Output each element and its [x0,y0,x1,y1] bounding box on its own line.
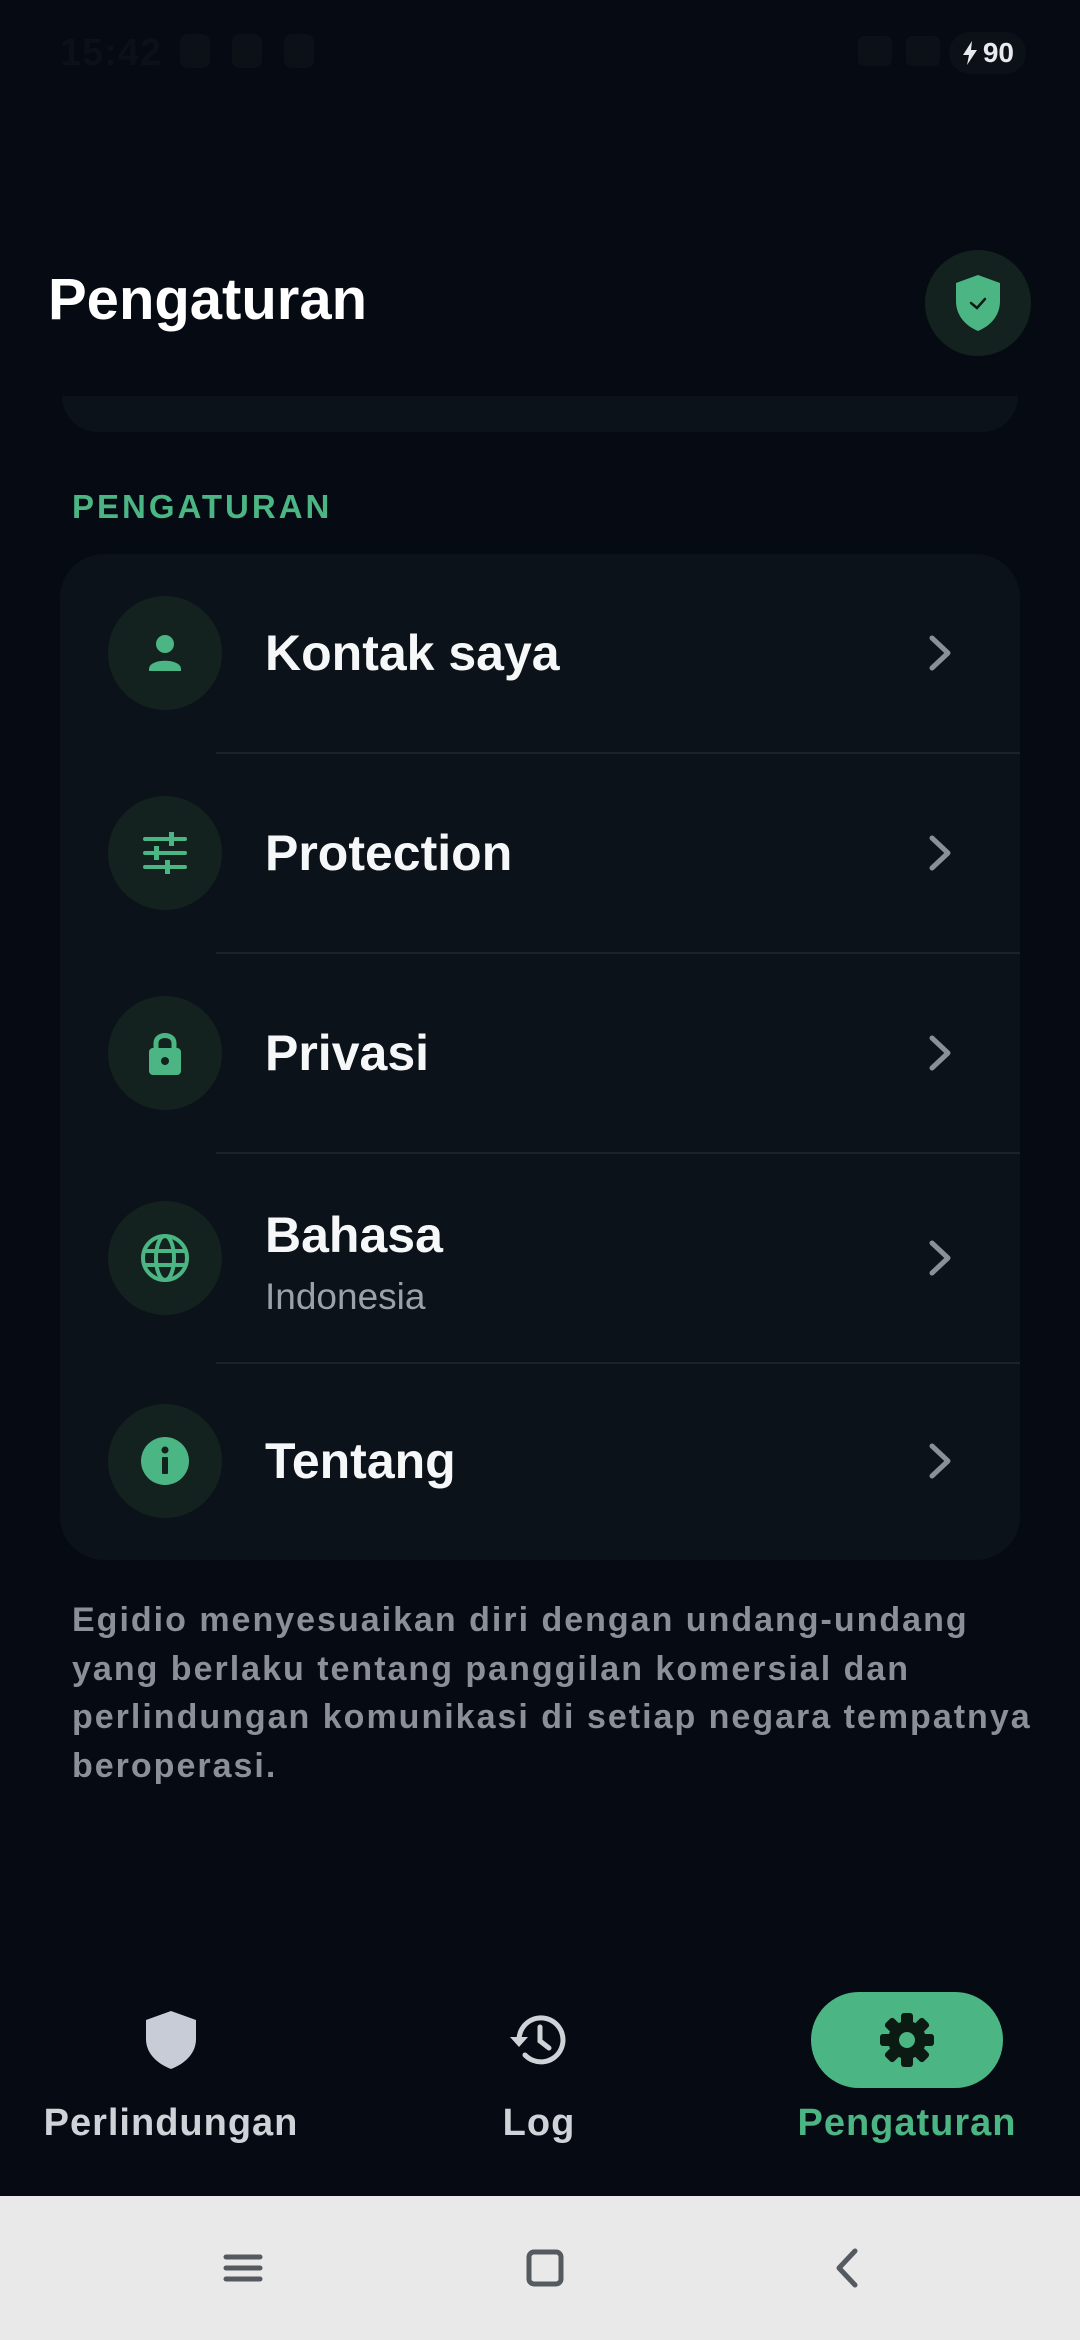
back-icon[interactable] [818,2238,878,2298]
settings-item-kontak-saya[interactable]: Kontak saya [60,554,1020,752]
settings-item-text: Kontak saya [265,624,560,682]
history-icon [443,1992,635,2088]
battery-level: 90 [982,37,1014,68]
settings-item-label: Privasi [265,1025,430,1081]
settings-item-label: Bahasa [265,1207,443,1263]
nav-pengaturan[interactable]: Pengaturan [747,1960,1067,2160]
settings-item-label: Protection [265,825,513,881]
gear-icon [811,1992,1003,2088]
notification-icon [180,34,210,68]
notification-icon [284,34,314,68]
settings-card: Kontak saya Protection Privasi Bahasa In… [60,554,1020,1560]
nav-perlindungan[interactable]: Perlindungan [11,1960,331,2160]
section-label: PENGATURAN [72,488,333,525]
lock-icon [108,996,222,1110]
nav-log[interactable]: Log [379,1960,699,2160]
settings-item-bahasa[interactable]: Bahasa Indonesia [60,1154,1020,1362]
settings-item-text: Tentang [265,1432,456,1490]
status-bar: 15:42 90 [0,0,1080,110]
notification-icon [232,34,262,68]
shield-icon [75,1992,267,2088]
nav-label: Log [502,2102,576,2144]
sliders-icon [108,796,222,910]
person-icon [108,596,222,710]
settings-item-text: Bahasa Indonesia [265,1206,443,1318]
settings-item-text: Protection [265,824,512,882]
globe-icon [108,1201,222,1315]
signal-icon [906,36,940,66]
chevron-right-icon [929,1240,951,1276]
battery-indicator: 90 [948,32,1026,74]
home-icon[interactable] [515,2238,575,2298]
page-title: Pengaturan [48,267,368,332]
settings-item-tentang[interactable]: Tentang [60,1364,1020,1560]
shield-check-icon[interactable] [925,250,1031,356]
system-status-icons [858,36,940,66]
system-navigation-bar [0,2196,1080,2340]
settings-item-privasi[interactable]: Privasi [60,954,1020,1152]
legal-footnote: Egidio menyesuaikan diri dengan undang-u… [72,1601,1032,1785]
chevron-right-icon [929,635,951,671]
previous-card [62,396,1018,432]
chevron-right-icon [929,1035,951,1071]
bottom-navigation: Perlindungan Log Pengaturan [0,1960,1080,2196]
charging-icon [962,41,977,65]
chevron-right-icon [929,835,951,871]
status-time: 15:42 [60,32,163,74]
network-icon [858,36,892,66]
settings-item-subtitle: Indonesia [265,1276,426,1317]
notification-icons [180,34,314,68]
menu-icon[interactable] [213,2238,273,2298]
settings-item-text: Privasi [265,1024,429,1082]
settings-item-protection[interactable]: Protection [60,754,1020,952]
settings-item-label: Tentang [265,1433,456,1489]
info-icon [108,1404,222,1518]
nav-label: Pengaturan [797,2102,1017,2144]
nav-label: Perlindungan [43,2102,299,2144]
chevron-right-icon [929,1443,951,1479]
settings-item-label: Kontak saya [265,625,560,681]
